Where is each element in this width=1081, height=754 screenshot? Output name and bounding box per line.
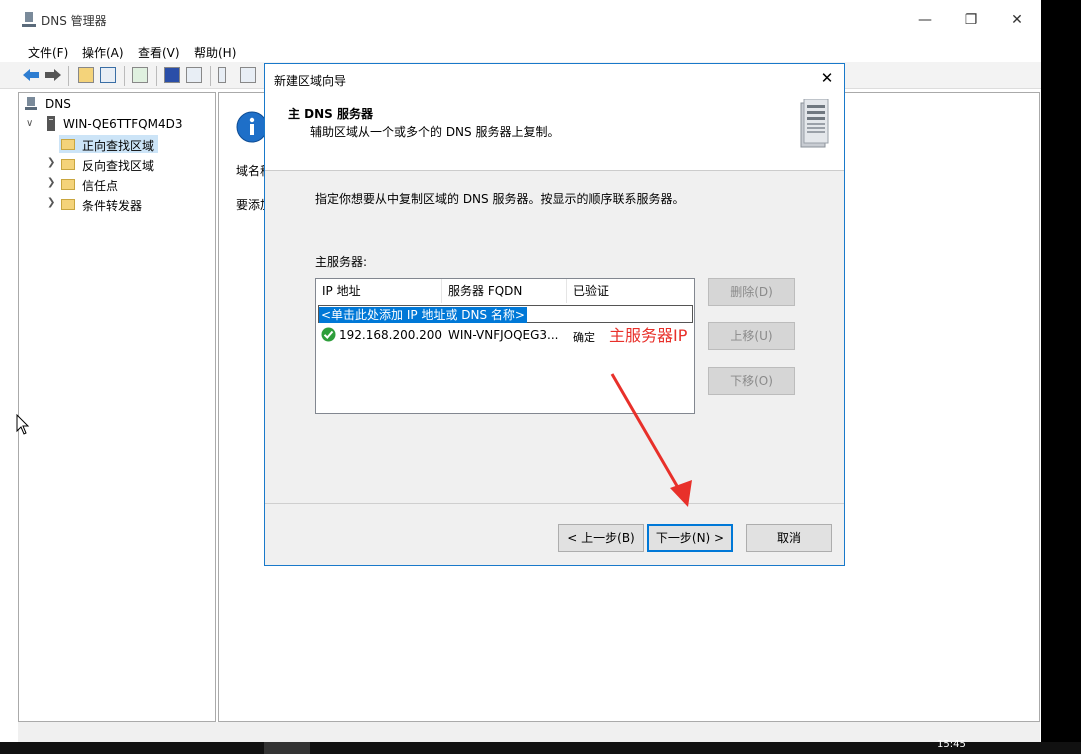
menu-file[interactable]: 文件(F) xyxy=(28,44,68,61)
menu-view[interactable]: 查看(V) xyxy=(138,44,180,61)
row-fqdn: WIN-VNFJOQEG3... xyxy=(448,328,559,342)
list-icon[interactable] xyxy=(240,67,256,83)
console-tree: DNS ∨ WIN-QE6TTFQM4D3 正向查找区域 ❯ 反向查找区域 ❯ … xyxy=(18,92,216,722)
title-bar[interactable]: DNS 管理器 — ❐ ✕ xyxy=(0,0,1041,38)
dns-app-icon xyxy=(22,12,36,27)
server-icon xyxy=(800,99,829,148)
folder-icon xyxy=(61,159,75,170)
page-heading: 主 DNS 服务器 xyxy=(288,107,374,121)
status-bar xyxy=(18,722,1040,742)
check-ok-icon xyxy=(321,327,336,342)
tree-server[interactable]: WIN-QE6TTFQM4D3 xyxy=(63,117,182,131)
instruction-text: 指定你想要从中复制区域的 DNS 服务器。按显示的顺序联系服务器。 xyxy=(315,192,685,206)
back-icon[interactable] xyxy=(22,67,40,83)
toolbar-separator xyxy=(210,66,211,86)
annotation-arrow xyxy=(610,373,692,507)
toolbar-separator xyxy=(124,66,125,86)
column-header-fqdn[interactable]: 服务器 FQDN xyxy=(442,279,567,303)
forward-icon[interactable] xyxy=(44,67,62,83)
footer-divider xyxy=(265,503,844,504)
cancel-button[interactable]: 取消 xyxy=(746,524,832,552)
expand-arrow-icon[interactable]: ❯ xyxy=(47,157,55,168)
close-button[interactable]: ✕ xyxy=(994,10,1040,30)
restore-button[interactable]: ❐ xyxy=(948,10,994,30)
folder-icon xyxy=(61,179,75,190)
master-servers-label: 主服务器: xyxy=(315,255,368,269)
server-icon[interactable] xyxy=(218,67,226,83)
next-button[interactable]: 下一步(N) > xyxy=(647,524,733,552)
mouse-cursor-icon xyxy=(16,414,30,435)
taskbar-app-button[interactable] xyxy=(264,742,310,754)
window-title: DNS 管理器 xyxy=(41,14,107,28)
add-server-placeholder[interactable]: <单击此处添加 IP 地址或 DNS 名称> xyxy=(319,307,527,323)
tree-item-forward-lookup[interactable]: 正向查找区域 xyxy=(82,137,154,154)
row-ip: 192.168.200.200 xyxy=(339,328,443,342)
folder-icon xyxy=(61,139,75,150)
delete-button[interactable]: 删除(D) xyxy=(708,278,795,306)
annotation-label: 主服务器IP xyxy=(609,326,688,345)
dialog-title: 新建区域向导 xyxy=(274,74,347,88)
row-verified: 确定 xyxy=(573,331,595,344)
help-icon[interactable] xyxy=(164,67,180,83)
new-zone-wizard-dialog: 新建区域向导 ✕ 主 DNS 服务器 辅助区域从一个或多个的 DNS 服务器上复… xyxy=(264,63,845,566)
menu-help[interactable]: 帮助(H) xyxy=(194,44,236,61)
page-subheading: 辅助区域从一个或多个的 DNS 服务器上复制。 xyxy=(310,125,560,139)
collapse-arrow-icon[interactable]: ∨ xyxy=(26,118,33,129)
move-down-button[interactable]: 下移(O) xyxy=(708,367,795,395)
up-folder-icon[interactable] xyxy=(78,67,94,83)
tree-item-trust-points[interactable]: 信任点 xyxy=(82,177,118,194)
toolbar-separator xyxy=(68,66,69,86)
expand-arrow-icon[interactable]: ❯ xyxy=(47,177,55,188)
tree-root-dns[interactable]: DNS xyxy=(45,97,71,111)
dialog-close-icon[interactable]: ✕ xyxy=(817,68,837,88)
tree-item-conditional-forwarders[interactable]: 条件转发器 xyxy=(82,197,142,214)
refresh-icon[interactable] xyxy=(132,67,148,83)
server-tower-icon xyxy=(47,116,55,131)
wizard-header: 主 DNS 服务器 辅助区域从一个或多个的 DNS 服务器上复制。 xyxy=(265,92,844,171)
tree-item-reverse-lookup[interactable]: 反向查找区域 xyxy=(82,157,154,174)
toolbar-separator xyxy=(156,66,157,86)
move-up-button[interactable]: 上移(U) xyxy=(708,322,795,350)
minimize-button[interactable]: — xyxy=(902,10,948,30)
taskbar-clock: 15:45 xyxy=(937,739,966,750)
taskbar: 15:45 xyxy=(0,739,1081,754)
dns-root-icon xyxy=(25,97,37,110)
dialog-title-bar[interactable]: 新建区域向导 ✕ xyxy=(265,64,844,92)
menu-action[interactable]: 操作(A) xyxy=(82,44,124,61)
properties-icon[interactable] xyxy=(186,67,202,83)
column-header-ip[interactable]: IP 地址 xyxy=(316,279,442,303)
column-header-verified[interactable]: 已验证 xyxy=(567,279,694,303)
show-tree-icon[interactable] xyxy=(100,67,116,83)
expand-arrow-icon[interactable]: ❯ xyxy=(47,197,55,208)
add-server-entry[interactable]: <单击此处添加 IP 地址或 DNS 名称> xyxy=(318,305,693,323)
back-button[interactable]: < 上一步(B) xyxy=(558,524,644,552)
folder-icon xyxy=(61,199,75,210)
